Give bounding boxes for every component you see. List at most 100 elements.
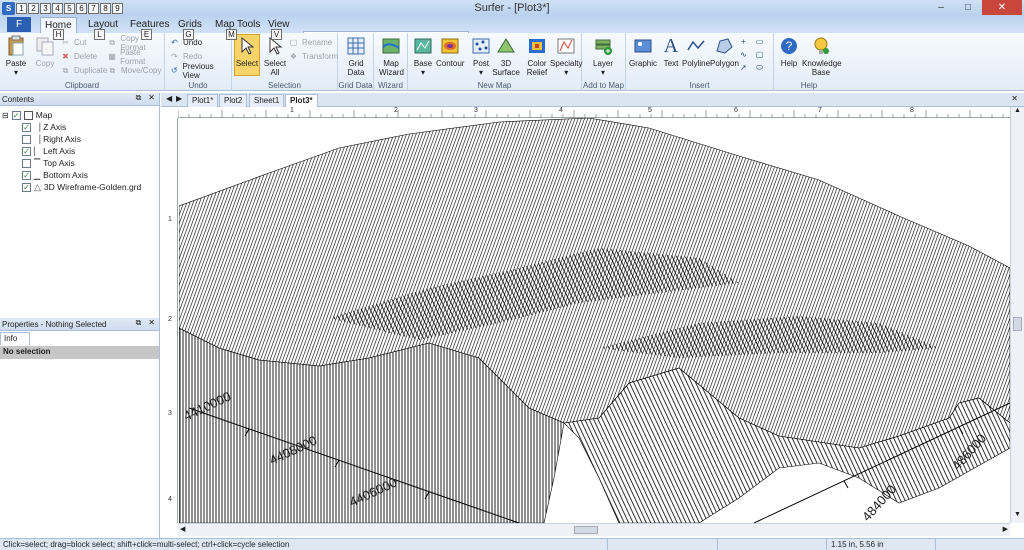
- file-tab[interactable]: F: [7, 17, 31, 32]
- tab-info[interactable]: Info: [0, 332, 30, 345]
- insert-rectangle-button[interactable]: ▭: [754, 35, 765, 48]
- vertical-scrollbar[interactable]: ▲ ▼: [1010, 107, 1024, 523]
- tree-item-bottom-axis[interactable]: ✓ ▁ Bottom Axis: [22, 169, 88, 181]
- dropdown-arrow-icon: ▾: [13, 68, 18, 77]
- select-button[interactable]: Select: [234, 34, 260, 76]
- close-icon[interactable]: ✕: [982, 0, 1022, 15]
- qat-key-3[interactable]: 3: [40, 2, 51, 14]
- paste-button[interactable]: Paste ▾: [5, 35, 27, 77]
- doc-tab-sheet1[interactable]: Sheet1: [249, 94, 285, 107]
- group-wizard: Map Wizard Wizard: [374, 33, 408, 91]
- tree-item-top-axis[interactable]: ▔ Top Axis: [22, 157, 75, 169]
- doc-tab-plot1[interactable]: Plot1*: [187, 94, 219, 107]
- maximize-icon[interactable]: □: [955, 0, 981, 15]
- checkbox-icon[interactable]: ✓: [11, 110, 21, 120]
- doc-close-icon[interactable]: ✕: [1011, 94, 1018, 103]
- grid-icon: [345, 35, 367, 57]
- keytip-home: H: [53, 29, 64, 40]
- keytip-map-tools: M: [226, 29, 237, 40]
- specialty-icon: [555, 35, 577, 57]
- qat-key-6[interactable]: 6: [76, 2, 87, 14]
- qat-key-5[interactable]: 5: [64, 2, 75, 14]
- horizontal-scrollbar[interactable]: ◀ ▶: [178, 523, 1010, 536]
- specialty-button[interactable]: Specialty ▾: [550, 35, 582, 77]
- checkbox-icon[interactable]: ✓: [22, 170, 31, 180]
- horizontal-scroll-thumb[interactable]: [574, 526, 598, 534]
- doc-tab-plot2[interactable]: Plot2: [219, 94, 248, 107]
- app-icon[interactable]: S: [2, 1, 15, 15]
- grid-data-button[interactable]: Grid Data: [343, 35, 369, 77]
- duplicate-button[interactable]: ⧉ Duplicate: [60, 64, 108, 77]
- tree-item-right-axis[interactable]: ▕ Right Axis: [22, 133, 81, 145]
- contour-label: Contour: [436, 59, 465, 68]
- color-relief-button[interactable]: Color Relief: [524, 35, 550, 77]
- map-wizard-icon: [380, 35, 402, 57]
- insert-line-button[interactable]: ➚: [738, 61, 749, 74]
- knowledge-base-button[interactable]: Knowledge Base: [802, 35, 842, 77]
- doc-tab-plot3[interactable]: Plot3*: [285, 94, 318, 107]
- group-label-selection: Selection: [268, 81, 301, 90]
- map-wizard-button[interactable]: Map Wizard: [378, 35, 404, 77]
- keytip-features: E: [141, 29, 152, 40]
- rename-button[interactable]: ▢ Rename: [288, 36, 333, 49]
- surface-3d-icon: [495, 35, 517, 57]
- insert-ellipse-button[interactable]: ⬭: [754, 61, 765, 74]
- checkbox-icon[interactable]: [22, 134, 31, 144]
- vertical-scroll-thumb[interactable]: [1013, 317, 1022, 331]
- delete-button[interactable]: ✖ Delete: [60, 50, 97, 63]
- tab-scroll-right-icon[interactable]: ▶: [176, 94, 182, 103]
- qat-key-9[interactable]: 9: [112, 2, 123, 14]
- base-map-button[interactable]: Base ▾: [412, 35, 434, 77]
- contents-title: Contents: [2, 94, 35, 104]
- qat-key-4[interactable]: 4: [52, 2, 63, 14]
- qat-key-1[interactable]: 1: [16, 2, 27, 14]
- scroll-down-icon[interactable]: ▼: [1014, 511, 1021, 518]
- tab-map-tools[interactable]: Map Tools: [211, 17, 264, 33]
- move-copy-button[interactable]: ⧉ Move/Copy: [107, 64, 162, 77]
- group-label-undo: Undo: [188, 81, 208, 90]
- select-all-button[interactable]: Select All: [263, 35, 287, 77]
- contour-map-button[interactable]: Contour: [436, 35, 464, 68]
- tree-item-wireframe[interactable]: ✓ △ 3D Wireframe-Golden.grd: [22, 181, 141, 193]
- insert-rounded-rectangle-button[interactable]: ▢: [754, 48, 765, 61]
- checkbox-icon[interactable]: ✓: [22, 122, 31, 132]
- checkbox-icon[interactable]: ✓: [22, 146, 31, 156]
- post-map-button[interactable]: Post ▾: [470, 35, 492, 77]
- transform-button[interactable]: ❖ Transform: [288, 50, 338, 63]
- polyline-button[interactable]: Polyline: [682, 35, 710, 68]
- group-help: ? Help Knowledge Base Help: [774, 33, 844, 91]
- layer-button[interactable]: Layer ▾: [592, 35, 614, 77]
- checkbox-icon[interactable]: [22, 158, 31, 168]
- status-divider: [826, 539, 827, 550]
- pin-icon[interactable]: ⧉: [136, 93, 142, 103]
- plot-canvas[interactable]: 4410000 4408000 4406000 486000 484000: [179, 118, 1010, 523]
- qat-key-7[interactable]: 7: [88, 2, 99, 14]
- tree-item-left-axis[interactable]: ✓ ▏ Left Axis: [22, 145, 75, 157]
- knowledge-base-icon: [810, 35, 832, 57]
- base-label: Base: [413, 59, 433, 68]
- tree-item-z-axis[interactable]: ✓ ▕ Z Axis: [22, 121, 66, 133]
- minimize-icon[interactable]: –: [928, 0, 954, 15]
- scroll-left-icon[interactable]: ◀: [180, 525, 185, 533]
- close-icon[interactable]: ✕: [148, 318, 155, 328]
- checkbox-icon[interactable]: ✓: [22, 182, 31, 192]
- paste-format-button[interactable]: ▦ Paste Format: [107, 48, 164, 66]
- surface-3d-button[interactable]: 3D Surface: [492, 35, 520, 77]
- qat-key-2[interactable]: 2: [28, 2, 39, 14]
- tab-scroll-left-icon[interactable]: ◀: [166, 94, 172, 103]
- collapse-icon[interactable]: ⊟: [2, 111, 9, 120]
- previous-view-button[interactable]: ↺ Previous View: [169, 62, 231, 80]
- insert-point-button[interactable]: +: [738, 35, 749, 48]
- tree-item-map[interactable]: ⊟ ✓ Map: [2, 109, 52, 121]
- scroll-up-icon[interactable]: ▲: [1014, 107, 1021, 114]
- text-button[interactable]: A Text: [660, 35, 682, 69]
- close-icon[interactable]: ✕: [148, 93, 155, 103]
- help-button[interactable]: ? Help: [778, 35, 800, 68]
- graphic-button[interactable]: Graphic: [629, 35, 657, 68]
- wireframe-surface[interactable]: [179, 118, 1010, 523]
- insert-spline-button[interactable]: ∿: [738, 48, 749, 61]
- scroll-right-icon[interactable]: ▶: [1003, 525, 1008, 533]
- qat-key-8[interactable]: 8: [100, 2, 111, 14]
- polygon-button[interactable]: Polygon: [710, 35, 739, 68]
- pin-icon[interactable]: ⧉: [136, 318, 142, 328]
